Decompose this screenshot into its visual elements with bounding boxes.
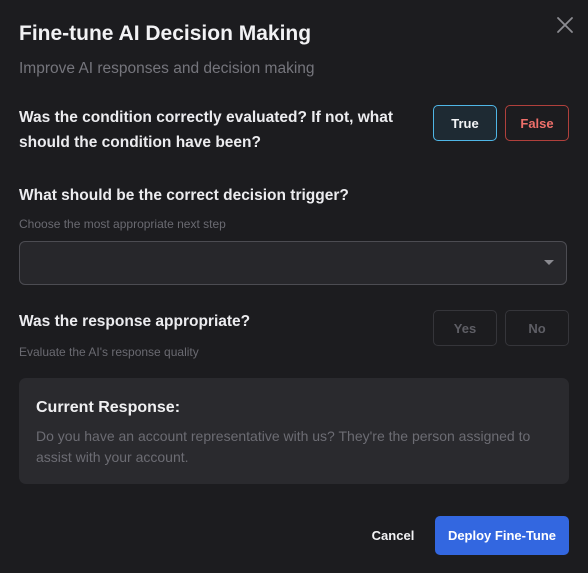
current-response-text: Do you have an account representative wi… <box>36 428 531 465</box>
decision-trigger-select[interactable] <box>19 241 567 285</box>
current-response-heading: Current Response: <box>36 399 181 416</box>
trigger-hint: Choose the most appropriate next step <box>19 217 226 231</box>
dialog-subtitle: Improve AI responses and decision making <box>19 60 315 77</box>
yes-button[interactable]: Yes <box>433 310 497 346</box>
cancel-button[interactable]: Cancel <box>360 516 426 555</box>
condition-question: Was the condition correctly evaluated? I… <box>19 109 394 151</box>
chevron-down-icon <box>544 260 554 265</box>
no-button[interactable]: No <box>505 310 569 346</box>
response-hint: Evaluate the AI's response quality <box>19 345 199 359</box>
fine-tune-dialog: Fine-tune AI Decision Making Improve AI … <box>0 0 588 573</box>
trigger-question: What should be the correct decision trig… <box>19 187 349 204</box>
close-icon <box>557 17 573 33</box>
current-response-card: Current Response: Do you have an account… <box>19 378 569 484</box>
dialog-title: Fine-tune AI Decision Making <box>19 22 312 45</box>
response-question: Was the response appropriate? <box>19 313 251 330</box>
false-button[interactable]: False <box>505 105 569 141</box>
true-button[interactable]: True <box>433 105 497 141</box>
deploy-fine-tune-button[interactable]: Deploy Fine-Tune <box>435 516 569 555</box>
close-button[interactable] <box>553 13 577 37</box>
